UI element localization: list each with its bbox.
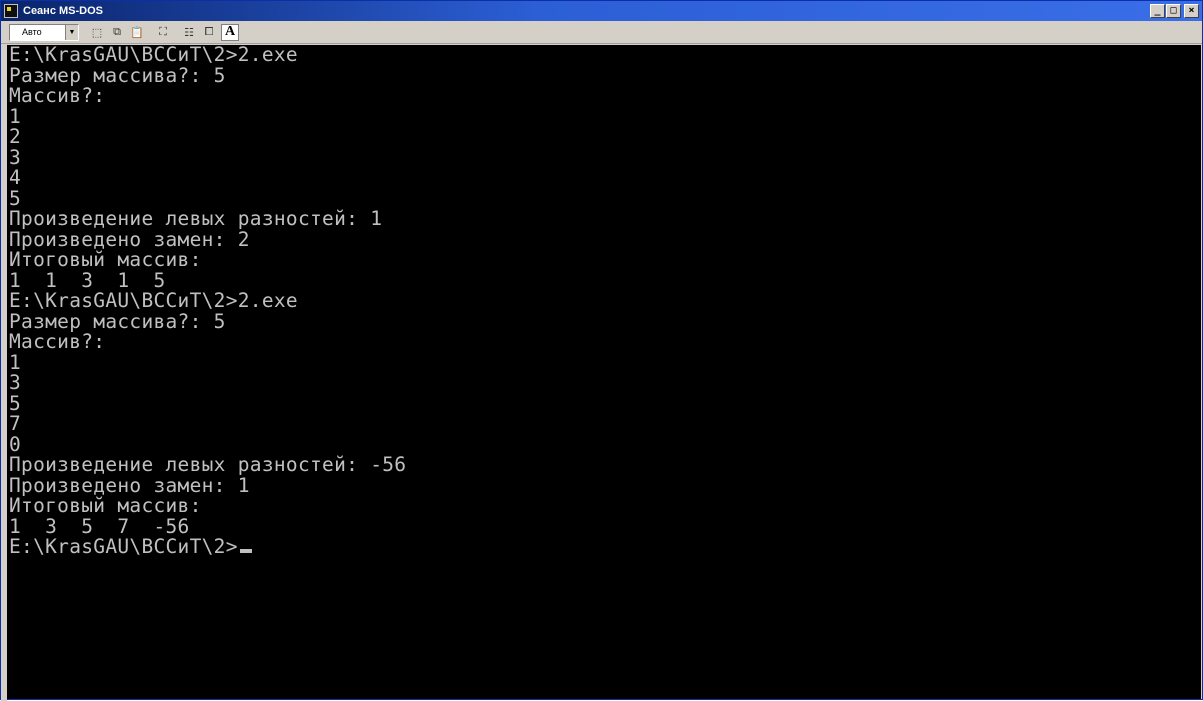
ms-dos-window: Сеанс MS-DOS _ □ × Авто ▼ ⬚ ⧉ 📋 ⛶ ☷ ⧠ A … <box>0 0 1203 701</box>
console-line: 5 <box>9 391 22 415</box>
console-line: Произведено замен: 1 <box>9 473 250 497</box>
text-cursor <box>239 549 252 553</box>
window-controls: _ □ × <box>1150 4 1199 18</box>
console-line: 1 3 5 7 -56 <box>9 514 190 538</box>
console-line: Размер массива?: 5 <box>9 309 226 333</box>
ms-dos-icon[interactable] <box>4 4 18 18</box>
console-line: Массив?: <box>9 84 106 107</box>
console-line: 2 <box>9 125 22 148</box>
console-line: E:\KrasGAU\ВССиТ\2>2.exe <box>9 289 298 312</box>
console-line: Итоговый массив: <box>9 494 202 517</box>
font-button[interactable]: A <box>221 23 239 41</box>
console-line: 3 <box>9 371 22 394</box>
title-bar[interactable]: Сеанс MS-DOS _ □ × <box>1 1 1202 21</box>
console-line: E:\KrasGAU\ВССиТ\2> <box>7 536 1201 558</box>
properties-icon[interactable]: ☷ <box>181 24 197 40</box>
close-button[interactable]: × <box>1184 4 1199 18</box>
console-line: 0 <box>9 432 22 456</box>
background-icon[interactable]: ⧠ <box>201 24 217 40</box>
font-size-select[interactable]: Авто ▼ <box>9 23 79 41</box>
paste-icon[interactable]: 📋 <box>129 24 145 40</box>
console-line: 1 <box>9 350 22 374</box>
maximize-button[interactable]: □ <box>1166 4 1181 18</box>
font-size-value: Авто <box>22 26 42 37</box>
console-line: 3 <box>9 145 22 169</box>
copy-icon[interactable]: ⧉ <box>109 24 125 40</box>
console-line: Произведение левых разностей: 1 <box>9 207 383 230</box>
console-line: 5 <box>9 186 22 210</box>
console-line: Произведено замен: 2 <box>9 227 250 251</box>
console-line: Итоговый массив: <box>9 248 202 271</box>
console-output[interactable]: E:\KrasGAU\ВССиТ\2>2.exe Размер массива?:… <box>7 45 1201 699</box>
fullscreen-icon[interactable]: ⛶ <box>155 24 171 40</box>
console-line: Массив?: <box>9 330 106 353</box>
console-line: Произведение левых разностей: -56 <box>9 453 407 476</box>
chevron-down-icon[interactable]: ▼ <box>65 24 78 40</box>
console-line: Размер массива?: 5 <box>9 63 226 87</box>
mark-icon[interactable]: ⬚ <box>89 24 105 40</box>
toolbar: Авто ▼ ⬚ ⧉ 📋 ⛶ ☷ ⧠ A <box>1 21 1202 44</box>
console-line: 7 <box>9 412 22 435</box>
console-line: 1 1 3 1 5 <box>9 268 166 292</box>
console-line: E:\KrasGAU\ВССиТ\2>2.exe <box>9 45 298 66</box>
console-line: 4 <box>9 166 22 189</box>
console-line: 1 <box>9 104 22 128</box>
window-title: Сеанс MS-DOS <box>23 5 103 17</box>
minimize-button[interactable]: _ <box>1150 4 1165 18</box>
